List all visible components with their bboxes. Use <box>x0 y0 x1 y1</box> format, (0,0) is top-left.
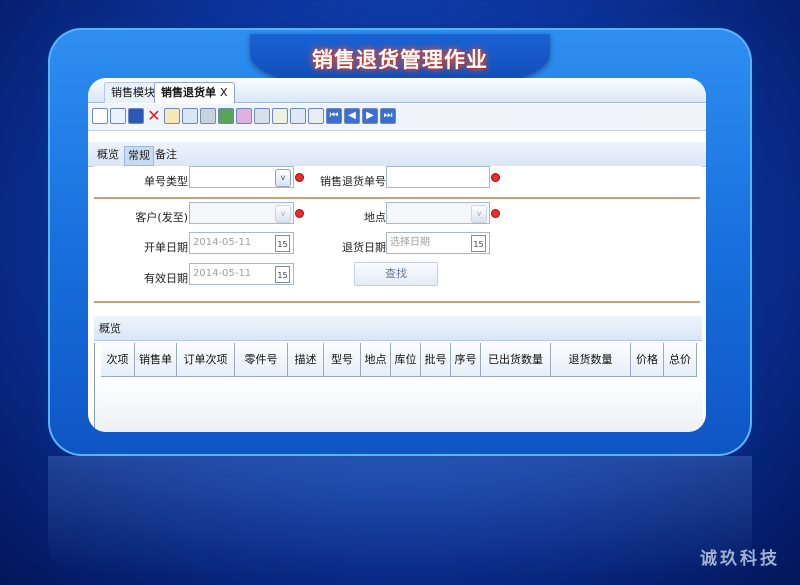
open-date-value: 2014-05-11 <box>193 237 252 248</box>
doc-type-label: 单号类型 <box>144 175 188 188</box>
valid-date-label: 有效日期 <box>144 272 188 285</box>
column-header[interactable]: 价格 <box>631 343 664 377</box>
new-doc-icon[interactable] <box>92 108 108 124</box>
excel-icon[interactable] <box>218 108 234 124</box>
customer-select[interactable]: v <box>189 202 294 224</box>
required-marker <box>492 174 499 181</box>
calendar-icon[interactable]: 15 <box>275 235 290 252</box>
module-tabs: 销售模块 销售退货单 X <box>88 78 706 103</box>
content-panel: 销售模块 销售退货单 X ✕ ⏮ ◀ ▶ ⏭ 概览 常规 备注 单号类型 v 销售… <box>88 78 706 432</box>
column-header[interactable]: 库位 <box>391 343 421 377</box>
tab-overview[interactable]: 概览 <box>94 146 122 164</box>
calendar-icon[interactable]: 15 <box>471 235 486 252</box>
open-date-label: 开单日期 <box>144 241 188 254</box>
panel-reflection <box>48 456 752 576</box>
column-header[interactable]: 序号 <box>451 343 481 377</box>
return-date-field[interactable]: 选择日期 15 <box>386 232 490 254</box>
calendar-icon[interactable] <box>236 108 252 124</box>
return-no-input[interactable] <box>386 166 490 188</box>
search-button[interactable]: 查找 <box>354 262 438 286</box>
return-no-label: 销售退货单号 <box>320 175 386 188</box>
export-icon[interactable] <box>272 108 288 124</box>
column-header[interactable]: 批号 <box>421 343 451 377</box>
print-icon[interactable] <box>182 108 198 124</box>
column-header[interactable]: 型号 <box>324 343 361 377</box>
attach-icon[interactable] <box>200 108 216 124</box>
import-icon[interactable] <box>290 108 306 124</box>
location-select[interactable]: v <box>386 202 490 224</box>
tab-label: 销售模块 <box>111 86 155 99</box>
chevron-down-icon[interactable]: v <box>275 205 291 223</box>
location-label: 地点 <box>364 211 386 224</box>
required-marker <box>492 210 499 217</box>
column-header[interactable]: 总价 <box>664 343 697 377</box>
report-icon[interactable] <box>308 108 324 124</box>
brand-logo: 诚玖科技 <box>700 549 780 569</box>
column-header[interactable]: 销售单 <box>135 343 177 377</box>
first-icon[interactable]: ⏮ <box>326 108 342 124</box>
tab-label: 销售退货单 <box>161 86 216 99</box>
valid-date-value: 2014-05-11 <box>193 268 252 279</box>
page-title: 销售退货管理作业 <box>312 48 488 72</box>
tab-general[interactable]: 常规 <box>124 146 154 166</box>
grid-tabs: 概览 <box>94 316 702 341</box>
header-form: 单号类型 v 销售退货单号 客户(发至) v 地点 v 开单日期 2014-05… <box>94 166 702 306</box>
copy-icon[interactable] <box>110 108 126 124</box>
detail-grid: 次项 销售单 订单次项 零件号 描述 型号 地点 库位 批号 序号 已出货数量 … <box>94 343 703 432</box>
divider <box>94 301 700 303</box>
column-header[interactable]: 零件号 <box>235 343 288 377</box>
doc-type-select[interactable]: v <box>189 166 294 188</box>
tab-sales-return[interactable]: 销售退货单 X <box>154 82 235 103</box>
column-header[interactable]: 描述 <box>288 343 324 377</box>
last-icon[interactable]: ⏭ <box>380 108 396 124</box>
audit-icon[interactable] <box>254 108 270 124</box>
open-date-field[interactable]: 2014-05-11 15 <box>189 232 294 254</box>
column-header[interactable]: 次项 <box>101 343 135 377</box>
return-date-placeholder: 选择日期 <box>390 237 430 248</box>
edit-icon[interactable] <box>164 108 180 124</box>
required-marker <box>296 174 303 181</box>
form-tabs: 概览 常规 备注 <box>88 142 706 167</box>
valid-date-field[interactable]: 2014-05-11 15 <box>189 263 294 285</box>
chevron-down-icon[interactable]: v <box>275 169 291 187</box>
save-icon[interactable] <box>128 108 144 124</box>
delete-icon[interactable]: ✕ <box>146 108 162 124</box>
close-icon[interactable]: X <box>220 86 228 99</box>
column-header[interactable]: 地点 <box>361 343 391 377</box>
return-date-label: 退货日期 <box>342 241 386 254</box>
customer-label: 客户(发至) <box>135 211 188 224</box>
required-marker <box>296 210 303 217</box>
calendar-icon[interactable]: 15 <box>275 266 290 283</box>
prev-icon[interactable]: ◀ <box>344 108 360 124</box>
column-header[interactable]: 退货数量 <box>551 343 631 377</box>
divider <box>94 197 700 199</box>
toolbar: ✕ ⏮ ◀ ▶ ⏭ <box>88 104 706 131</box>
column-header[interactable]: 已出货数量 <box>481 343 551 377</box>
chevron-down-icon[interactable]: v <box>471 205 487 223</box>
tab-notes[interactable]: 备注 <box>152 146 180 164</box>
column-header[interactable]: 订单次项 <box>177 343 235 377</box>
tab-grid-overview[interactable]: 概览 <box>96 320 124 338</box>
next-icon[interactable]: ▶ <box>362 108 378 124</box>
